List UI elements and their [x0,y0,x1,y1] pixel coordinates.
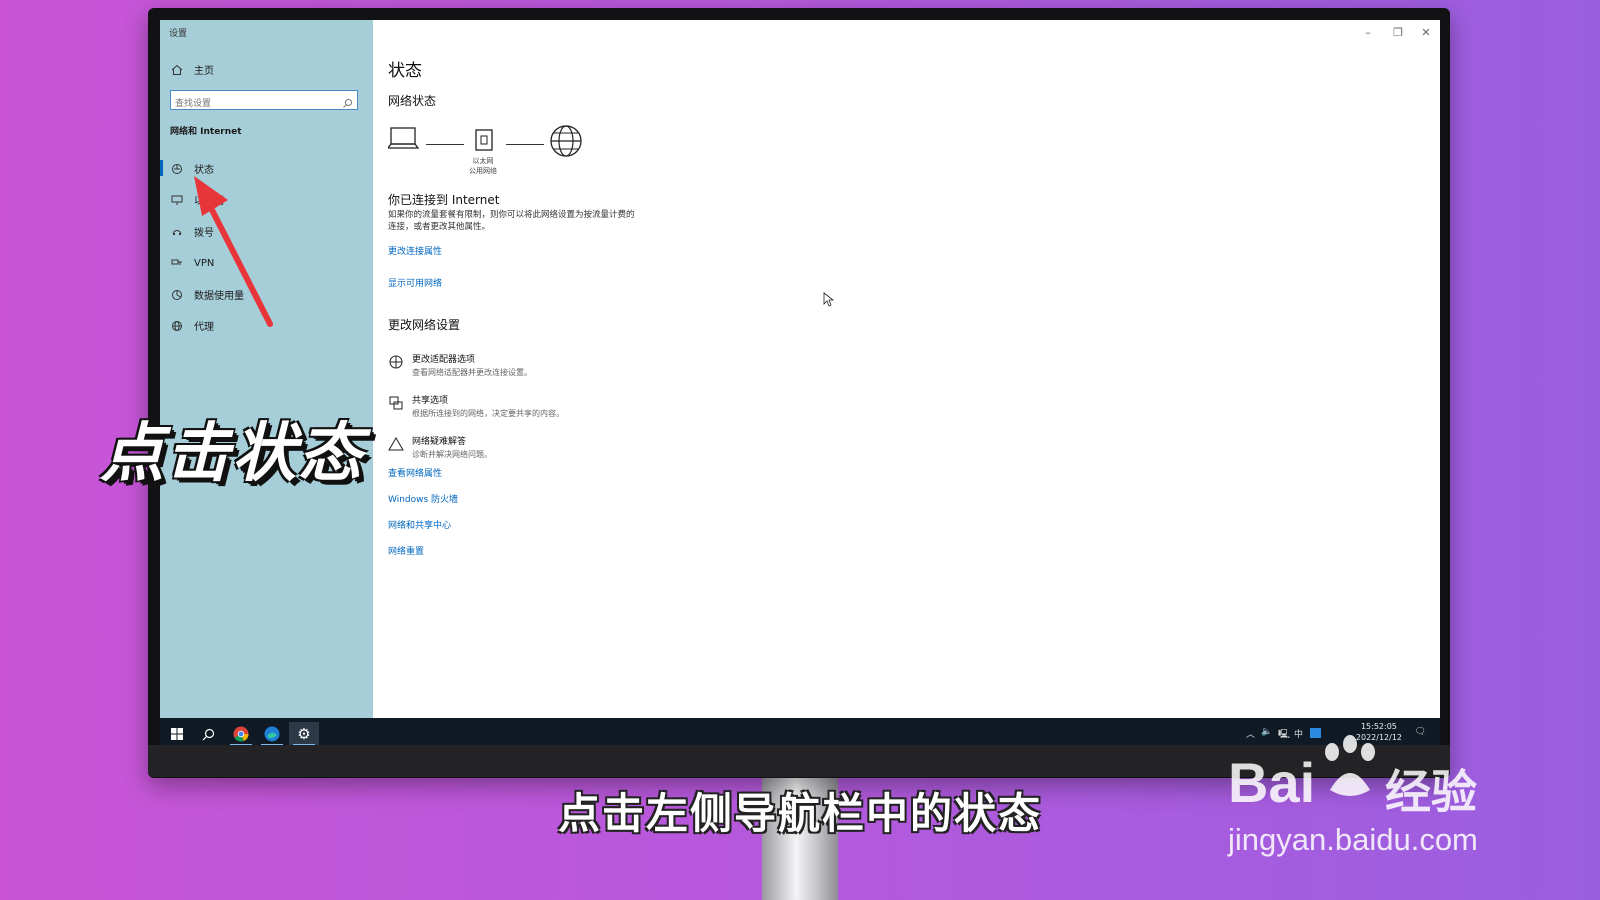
network-sharing-center-link[interactable]: 网络和共享中心 [388,518,451,531]
watermark-url: jingyan.baidu.com [1228,822,1478,857]
chrome-taskbar-button[interactable] [226,722,256,746]
connection-line [506,144,544,145]
option-description: 诊断并解决网络问题。 [412,450,492,459]
watermark-brand: Bai [1228,751,1316,814]
watermark-brand-2: 经验 [1385,765,1477,819]
settings-sidebar: 设置 主页 网络和 Internet 状态 以太网 [160,20,373,718]
network-reset-link[interactable]: 网络重置 [388,544,424,557]
edge-taskbar-button[interactable] [257,722,287,746]
search-input[interactable] [171,95,339,113]
internet-globe-icon [550,125,582,157]
show-available-networks-link[interactable]: 显示可用网络 [388,276,442,289]
option-title: 网络疑难解答 [412,437,467,447]
overlay-caption: 点击状态 [100,417,364,491]
adapter-icon [389,355,403,369]
connected-description-1: 如果你的流量套餐有限制，则你可以将此网络设置为按流量计费的 [388,210,635,220]
selection-indicator [160,160,163,176]
gear-icon: ⚙ [297,725,311,743]
change-network-settings-heading: 更改网络设置 [388,318,461,332]
page-title: 状态 [388,61,422,81]
connection-line [426,144,464,145]
change-connection-properties-link[interactable]: 更改连接属性 [388,244,442,257]
ime-indicator[interactable]: 中 [1294,727,1303,740]
connected-description-2: 连接，或者更改其他属性。 [388,222,491,232]
device-caption-2: 公用网络 [469,167,497,175]
search-icon[interactable] [342,94,353,113]
search-icon [202,728,214,740]
close-button[interactable]: ✕ [1416,26,1436,39]
option-description: 根据所连接到的网络，决定要共享的内容。 [412,409,564,418]
sidebar-home-label: 主页 [194,66,214,77]
sidebar-section-title: 网络和 Internet [170,127,242,137]
view-network-properties-link[interactable]: 查看网络属性 [388,466,442,479]
sidebar-home[interactable]: 主页 [170,62,214,77]
screen: 设置 主页 网络和 Internet 状态 以太网 [160,20,1440,750]
chrome-icon [233,726,249,742]
laptop-icon [388,127,420,149]
minimize-button[interactable]: – [1358,26,1378,39]
home-icon [170,63,184,77]
taskbar-search-button[interactable] [193,722,223,746]
settings-taskbar-button[interactable]: ⚙ [289,722,319,746]
edge-icon [264,726,280,742]
device-caption: 以太网 [472,157,494,165]
windows-firewall-link[interactable]: Windows 防火墙 [388,492,458,505]
notification-icon[interactable]: 🗨 [1415,727,1426,737]
search-settings[interactable] [170,90,358,113]
baidu-paw-icon [1325,735,1375,796]
window-title: 设置 [169,29,188,39]
chevron-up-icon[interactable]: ︿ [1246,727,1255,740]
option-title: 共享选项 [412,396,449,406]
sharing-options[interactable]: 共享选项 根据所连接到的网络，决定要共享的内容。 [388,393,564,419]
start-button[interactable] [162,722,192,746]
connected-heading: 你已连接到 Internet [388,193,500,207]
adapter-options[interactable]: 更改适配器选项 查看网络适配器并更改连接设置。 [388,352,532,378]
option-description: 查看网络适配器并更改连接设置。 [412,368,532,377]
settings-main: – ❐ ✕ 状态 网络状态 以太网 公用网络 你已连接到 Internet 如果… [373,20,1440,718]
mouse-cursor-icon [823,292,835,307]
ethernet-device-icon [475,129,493,151]
warning-icon [388,437,404,451]
windows-icon [171,728,183,740]
network-troubleshooter[interactable]: 网络疑难解答 诊断并解决网络问题。 [388,434,492,460]
volume-icon[interactable]: 🔈 [1261,727,1272,737]
network-status-heading: 网络状态 [388,94,437,108]
network-tray-icon[interactable]: 🖳 [1278,727,1290,743]
annotation-arrow [194,176,273,327]
sharing-icon [389,396,403,410]
option-title: 更改适配器选项 [412,355,476,365]
restore-button[interactable]: ❐ [1388,26,1408,39]
